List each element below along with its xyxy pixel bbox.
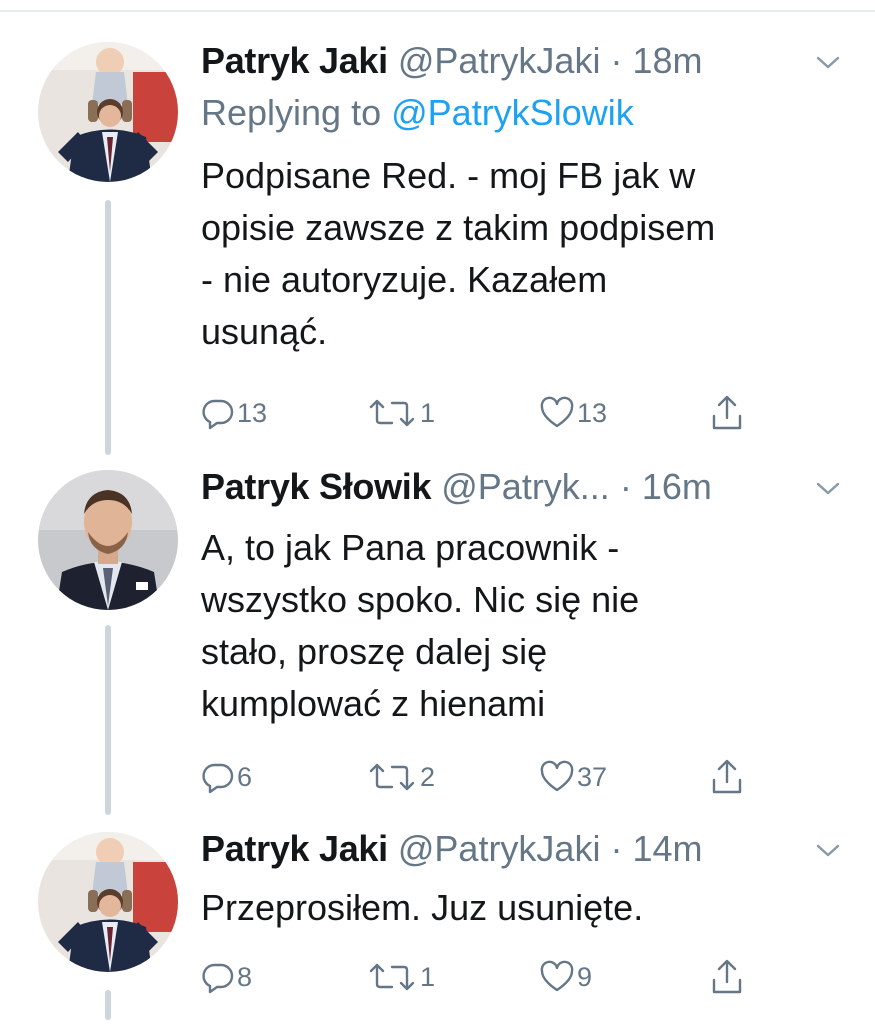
reply-button[interactable]: 13 bbox=[201, 393, 267, 433]
like-button[interactable]: 37 bbox=[539, 757, 607, 797]
heart-icon bbox=[540, 960, 574, 992]
like-count: 37 bbox=[577, 761, 608, 792]
retweet-icon bbox=[369, 963, 415, 991]
thread-line bbox=[105, 990, 111, 1020]
reply-icon bbox=[202, 763, 234, 794]
chevron-down-icon[interactable] bbox=[815, 54, 841, 72]
tweet-header: Patryk Jaki @PatrykJaki · 18m bbox=[201, 40, 841, 90]
like-count: 13 bbox=[577, 397, 608, 428]
reply-count: 6 bbox=[237, 761, 253, 792]
display-name[interactable]: Patryk Jaki bbox=[201, 828, 388, 869]
user-handle[interactable]: @PatrykJaki bbox=[398, 40, 601, 81]
share-button[interactable] bbox=[709, 757, 745, 797]
reply-count: 8 bbox=[237, 961, 253, 992]
reply-button[interactable]: 6 bbox=[201, 757, 252, 797]
reply-count: 13 bbox=[237, 397, 268, 428]
chevron-down-icon[interactable] bbox=[815, 480, 841, 498]
tweet-header: Patryk Słowik @Patryk... · 16m bbox=[201, 466, 841, 516]
heart-icon bbox=[540, 396, 574, 428]
replying-to: Replying to @PatrykSlowik bbox=[201, 92, 634, 134]
tweet-text: Podpisane Red. - moj FB jak w opisie zaw… bbox=[201, 155, 716, 352]
timestamp-separator: · bbox=[609, 466, 642, 507]
share-icon bbox=[712, 759, 742, 794]
retweet-count: 1 bbox=[420, 961, 436, 992]
share-button[interactable] bbox=[709, 393, 745, 433]
like-count: 9 bbox=[577, 961, 593, 992]
thread-line bbox=[105, 625, 111, 815]
share-icon bbox=[712, 959, 742, 994]
avatar[interactable] bbox=[38, 832, 178, 972]
retweet-icon bbox=[369, 763, 415, 791]
share-icon bbox=[712, 395, 742, 430]
top-divider bbox=[0, 10, 875, 12]
thread-line bbox=[105, 200, 111, 455]
timestamp-separator: · bbox=[600, 40, 633, 81]
like-button[interactable]: 13 bbox=[539, 393, 607, 433]
tweet-header: Patryk Jaki @PatrykJaki · 14m bbox=[201, 828, 841, 878]
man-in-suit-avatar-image bbox=[38, 470, 178, 610]
tweet-actions: 13 1 13 bbox=[201, 393, 761, 433]
replying-to-link[interactable]: @PatrykSlowik bbox=[391, 92, 634, 133]
retweet-button[interactable]: 1 bbox=[366, 393, 435, 433]
heart-icon bbox=[540, 760, 574, 792]
retweet-button[interactable]: 1 bbox=[366, 957, 435, 997]
tweet-actions: 6 2 37 bbox=[201, 757, 761, 797]
retweet-button[interactable]: 2 bbox=[366, 757, 435, 797]
tweet-text: Przeprosiłem. Juz usunięte. bbox=[201, 887, 644, 928]
display-name[interactable]: Patryk Jaki bbox=[201, 40, 388, 81]
user-handle[interactable]: @PatrykJaki bbox=[398, 828, 601, 869]
replying-to-label: Replying to bbox=[201, 92, 392, 133]
reply-icon bbox=[202, 399, 234, 430]
retweet-count: 2 bbox=[420, 761, 436, 792]
share-button[interactable] bbox=[709, 957, 745, 997]
user-handle[interactable]: @Patryk... bbox=[441, 466, 610, 507]
retweet-icon bbox=[369, 399, 415, 427]
child-on-shoulders-avatar-image bbox=[38, 832, 178, 972]
avatar[interactable] bbox=[38, 470, 178, 610]
child-on-shoulders-avatar-image bbox=[38, 42, 178, 182]
reply-button[interactable]: 8 bbox=[201, 957, 252, 997]
reply-icon bbox=[202, 963, 234, 994]
timestamp-separator: · bbox=[600, 828, 633, 869]
timestamp[interactable]: 18m bbox=[632, 40, 702, 81]
timestamp[interactable]: 16m bbox=[642, 466, 712, 507]
avatar[interactable] bbox=[38, 42, 178, 182]
timestamp[interactable]: 14m bbox=[632, 828, 702, 869]
retweet-count: 1 bbox=[420, 397, 436, 428]
tweet-text: A, to jak Pana pracownik - wszystko spok… bbox=[201, 527, 640, 724]
chevron-down-icon[interactable] bbox=[815, 842, 841, 860]
display-name[interactable]: Patryk Słowik bbox=[201, 466, 432, 507]
like-button[interactable]: 9 bbox=[539, 957, 592, 997]
tweet-actions: 8 1 9 bbox=[201, 957, 761, 997]
